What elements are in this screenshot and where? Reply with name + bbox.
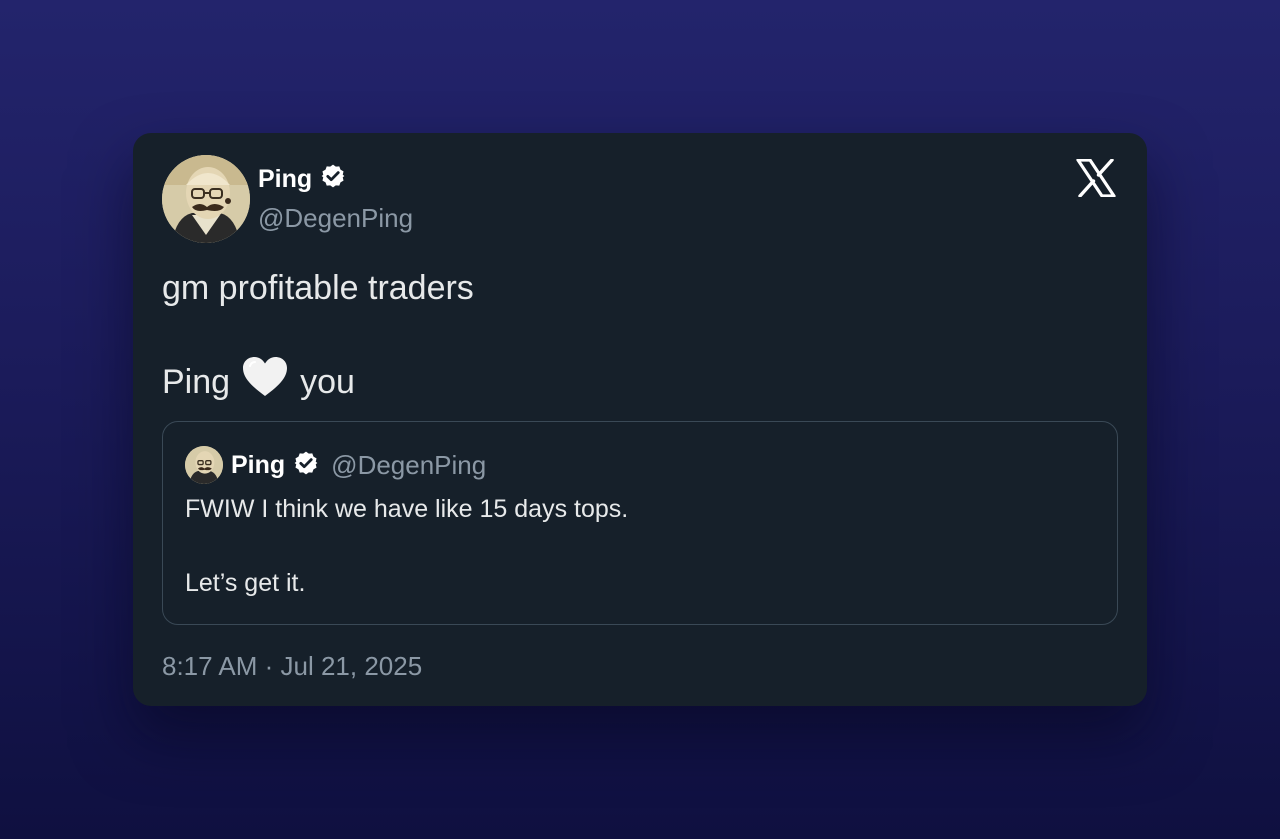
quoted-tweet-text-line2: Let’s get it. (185, 569, 306, 597)
author-name[interactable]: Ping (258, 164, 312, 194)
x-logo-icon[interactable] (1076, 158, 1116, 198)
quoted-tweet-text-line1: FWIW I think we have like 15 days tops. (185, 495, 629, 523)
quoted-author-name: Ping (231, 450, 286, 479)
author-avatar[interactable] (162, 155, 250, 243)
quoted-author-avatar (185, 446, 223, 484)
tweet-text-after-emoji: you (300, 362, 355, 401)
tweet-timestamp[interactable]: 8:17 AM · Jul 21, 2025 (162, 650, 422, 682)
tweet-card[interactable]: Ping @DegenPing gm profitable traders Pi… (133, 133, 1147, 706)
tweet-text-line2: Ping you (162, 356, 355, 407)
quoted-author-handle: @DegenPing (331, 449, 487, 480)
tweet-text-before-emoji: Ping (162, 362, 231, 401)
author-handle[interactable]: @DegenPing (258, 203, 413, 233)
white-heart-icon (242, 356, 288, 407)
quoted-tweet[interactable]: Ping @DegenPing FWIW I think we have lik… (162, 421, 1118, 625)
verified-badge-icon (293, 450, 319, 481)
verified-badge-icon (320, 163, 346, 194)
tweet-text-line1: gm profitable traders (162, 269, 474, 307)
